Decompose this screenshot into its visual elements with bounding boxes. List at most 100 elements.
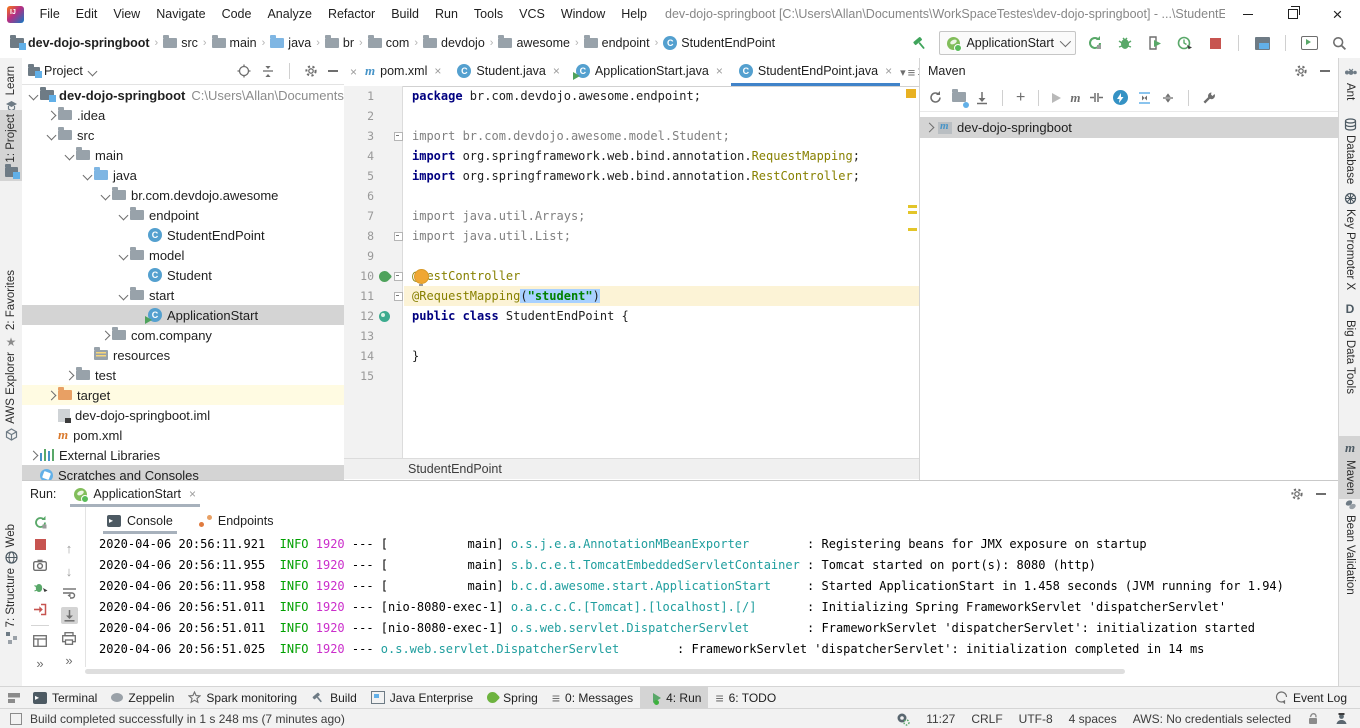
chevron-down-icon[interactable] — [118, 250, 128, 260]
menu-file[interactable]: File — [32, 7, 68, 21]
menu-analyze[interactable]: Analyze — [259, 7, 319, 21]
tree-item-studentendpoint[interactable]: StudentEndPoint — [22, 225, 344, 245]
toolwindow-zeppelin[interactable]: Zeppelin — [104, 687, 181, 709]
tree-item-resources[interactable]: resources — [22, 345, 344, 365]
chevron-down-icon[interactable] — [28, 90, 38, 100]
prev-occurrence-icon[interactable] — [66, 541, 73, 556]
unlocked-icon[interactable] — [1307, 712, 1319, 725]
tab-applicationstart-java[interactable]: ApplicationStart.java — [568, 58, 731, 86]
tree-item-scratches[interactable]: Scratches and Consoles — [22, 465, 344, 480]
chevron-right-icon[interactable] — [28, 450, 38, 460]
indent-widget[interactable]: 4 spaces — [1069, 712, 1117, 726]
toolwindow-todo[interactable]: 6: TODO — [708, 687, 783, 709]
close-button[interactable] — [1315, 0, 1360, 28]
chevron-right-icon[interactable] — [46, 390, 56, 400]
tab-close-icon[interactable] — [885, 64, 892, 78]
debug-button[interactable] — [1114, 32, 1136, 54]
run-tab-applicationstart[interactable]: ApplicationStart — [70, 481, 200, 507]
breadcrumb-main[interactable]: main — [212, 36, 257, 50]
locate-icon[interactable] — [237, 64, 251, 78]
breadcrumb-br[interactable]: br — [325, 36, 354, 50]
chevron-right-icon[interactable] — [46, 110, 56, 120]
tab-console[interactable]: Console — [107, 507, 173, 534]
thread-dump-camera-icon[interactable] — [33, 559, 47, 571]
breadcrumb-devdojo[interactable]: devdojo — [423, 36, 485, 50]
run-with-coverage-button[interactable] — [1144, 32, 1166, 54]
menu-view[interactable]: View — [105, 7, 148, 21]
stripe-aws-explorer[interactable]: AWS Explorer — [0, 348, 22, 445]
horizontal-scrollbar[interactable] — [85, 669, 1125, 674]
menu-help[interactable]: Help — [613, 7, 655, 21]
add-profile-icon[interactable]: + — [1016, 90, 1025, 106]
hide-panel-icon[interactable] — [1316, 493, 1326, 495]
tree-item-src[interactable]: src — [22, 125, 344, 145]
fold-marker-icon[interactable] — [394, 272, 403, 281]
menu-tools[interactable]: Tools — [466, 7, 511, 21]
menu-run[interactable]: Run — [427, 7, 466, 21]
warning-stripe-mark[interactable] — [908, 228, 917, 231]
tree-item-applicationstart[interactable]: ApplicationStart — [22, 305, 344, 325]
menu-build[interactable]: Build — [383, 7, 427, 21]
menu-navigate[interactable]: Navigate — [148, 7, 213, 21]
chevron-right-icon[interactable] — [64, 370, 74, 380]
inspection-indicator-icon[interactable] — [906, 89, 916, 98]
minimize-button[interactable] — [1225, 0, 1270, 28]
attach-debugger-icon[interactable] — [33, 580, 48, 594]
rerun-icon[interactable] — [33, 515, 48, 530]
chevron-down-icon[interactable] — [118, 290, 128, 300]
restore-layout-icon[interactable] — [33, 635, 47, 647]
tab-student-java[interactable]: Student.java — [449, 58, 568, 86]
breadcrumb-awesome[interactable]: awesome — [498, 36, 570, 50]
scroll-to-end-button[interactable] — [61, 607, 78, 624]
tree-item-target[interactable]: target — [22, 385, 344, 405]
menu-window[interactable]: Window — [553, 7, 613, 21]
execute-goal-icon[interactable] — [1089, 91, 1104, 104]
aws-credentials-widget[interactable]: AWS: No credentials selected — [1133, 712, 1291, 726]
tree-item-main[interactable]: main — [22, 145, 344, 165]
aws-explorer-button[interactable] — [1251, 32, 1273, 54]
breadcrumb-class[interactable]: StudentEndPoint — [663, 36, 775, 50]
tree-item-package[interactable]: br.com.devdojo.awesome — [22, 185, 344, 205]
event-log-button[interactable]: Event Log — [1268, 687, 1354, 709]
stripe-web[interactable]: Web — [0, 520, 22, 568]
stop-icon[interactable] — [35, 539, 46, 550]
gear-icon[interactable] — [1290, 487, 1304, 501]
tree-item-iml[interactable]: dev-dojo-springboot.iml — [22, 405, 344, 425]
breadcrumb-java[interactable]: java — [270, 36, 311, 50]
stripe-maven[interactable]: Maven — [1339, 436, 1360, 499]
menu-vcs[interactable]: VCS — [511, 7, 553, 21]
build-hammer-button[interactable] — [909, 32, 931, 54]
tree-item-java[interactable]: java — [22, 165, 344, 185]
tree-item-pom[interactable]: pom.xml — [22, 425, 344, 445]
warning-stripe-mark[interactable] — [908, 211, 917, 214]
collapse-all-icon[interactable] — [261, 64, 275, 78]
tree-item-student[interactable]: Student — [22, 265, 344, 285]
tool-window-switcher-icon[interactable] — [8, 693, 20, 703]
tree-item-test[interactable]: test — [22, 365, 344, 385]
tab-close-icon[interactable] — [189, 487, 196, 501]
stripe-favorites[interactable]: 2: Favorites — [0, 266, 22, 353]
code-area[interactable]: 1package br.com.devdojo.awesome.endpoint… — [344, 86, 919, 458]
breadcrumb-endpoint[interactable]: endpoint — [584, 36, 650, 50]
menu-edit[interactable]: Edit — [68, 7, 106, 21]
tab-close-icon[interactable] — [434, 64, 441, 78]
clock-widget[interactable]: 11:27 — [926, 712, 955, 726]
search-everywhere-button[interactable] — [1328, 32, 1350, 54]
tab-close-icon[interactable] — [716, 64, 723, 78]
user-avatar-icon[interactable] — [1335, 712, 1348, 725]
tree-item-com-company[interactable]: com.company — [22, 325, 344, 345]
console-output[interactable]: 2020-04-06 20:56:11.921 INFO 1920 --- [ … — [85, 534, 1338, 686]
next-occurrence-icon[interactable] — [66, 564, 73, 579]
rerun-button[interactable] — [1084, 32, 1106, 54]
chevron-down-icon[interactable] — [46, 130, 56, 140]
toolwindow-spark-monitoring[interactable]: Spark monitoring — [181, 687, 304, 709]
run-configuration-select[interactable]: ApplicationStart — [939, 31, 1076, 55]
background-tasks-icon[interactable] — [896, 712, 910, 726]
more-actions-icon[interactable] — [36, 656, 43, 671]
hide-panel-icon[interactable] — [328, 70, 338, 72]
hidden-tab-close-icon[interactable] — [350, 65, 357, 79]
tree-item-model[interactable]: model — [22, 245, 344, 265]
run-anything-button[interactable] — [1298, 32, 1320, 54]
status-message[interactable]: Build completed successfully in 1 s 248 … — [30, 712, 345, 726]
gear-icon[interactable] — [304, 64, 318, 78]
